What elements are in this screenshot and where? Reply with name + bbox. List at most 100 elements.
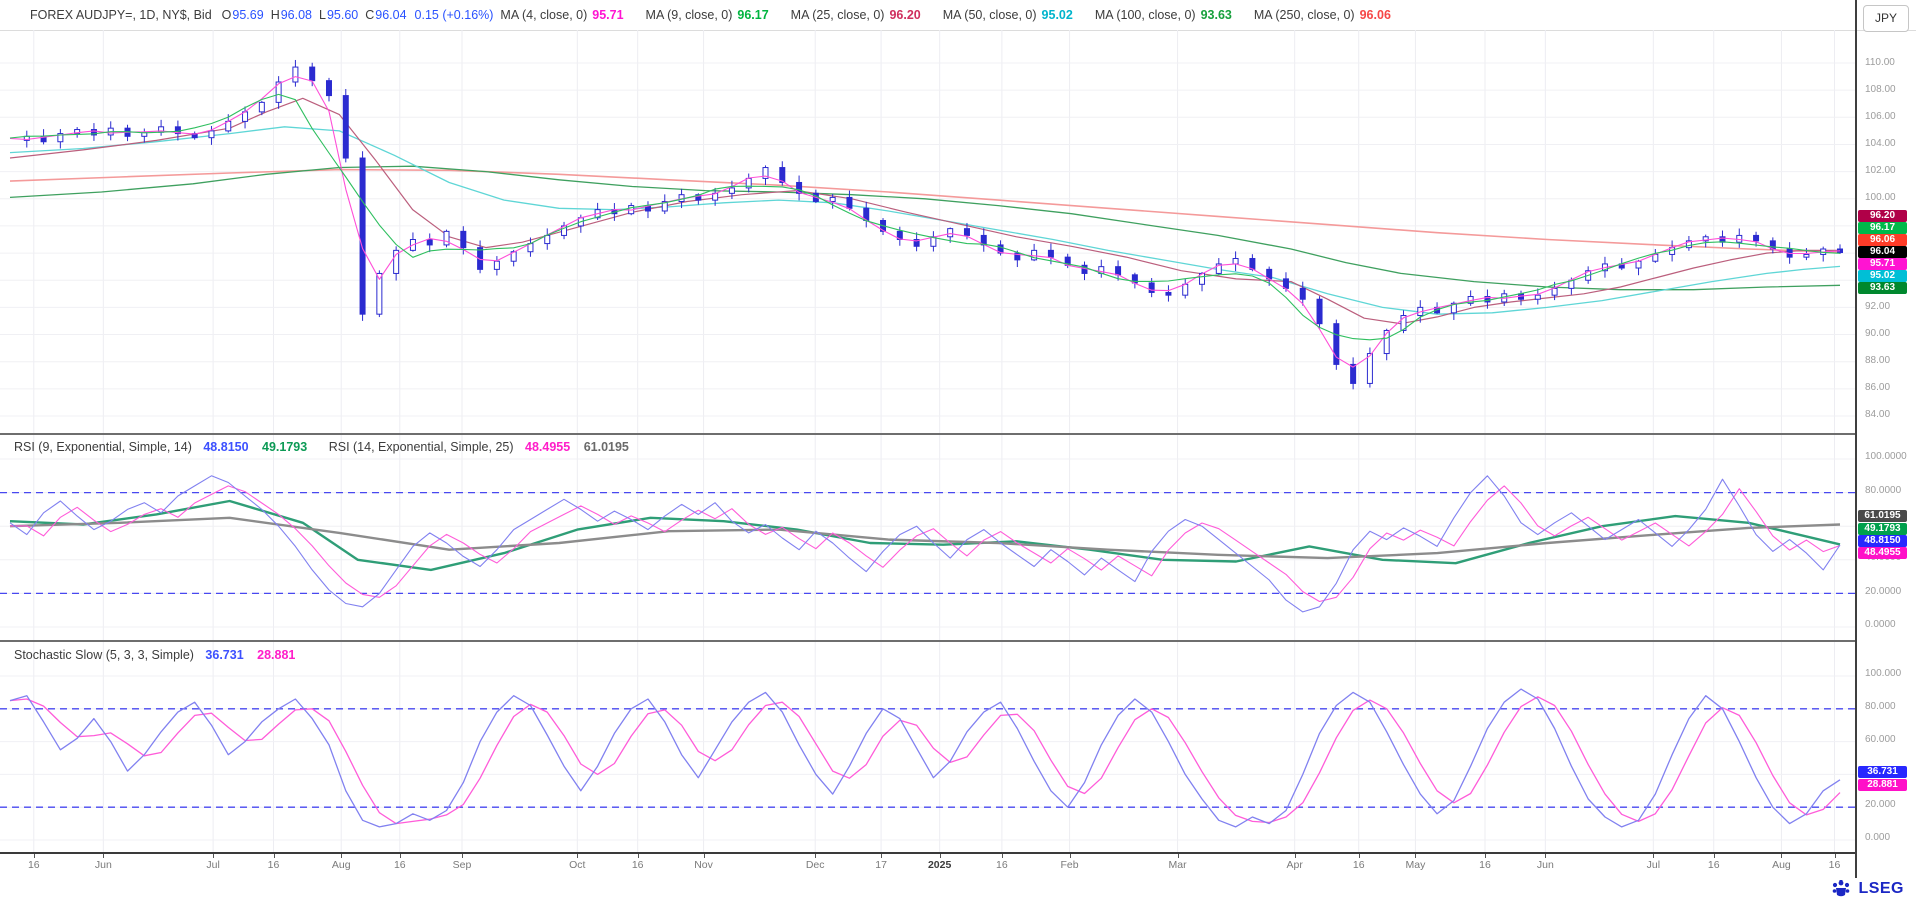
price-badge: 49.1793 (1858, 523, 1907, 535)
main-chart-canvas[interactable] (0, 30, 1855, 433)
time-axis-label: 16 (268, 859, 280, 871)
time-axis-tick (34, 854, 35, 858)
stoch-legend[interactable]: Stochastic Slow (5, 3, 3, Simple) 36.731… (14, 648, 305, 662)
ohlc-values: O95.69H96.08L95.60C96.04 (222, 8, 414, 22)
time-axis-label: Jun (95, 859, 112, 871)
time-axis-label: Nov (694, 859, 713, 871)
time-axis-tick (881, 854, 882, 858)
instrument-title[interactable]: FOREX AUDJPY=, 1D, NY$, Bid (30, 8, 212, 22)
time-axis-tick (462, 854, 463, 858)
stoch-label[interactable]: Stochastic Slow (5, 3, 3, Simple) (14, 648, 194, 662)
y-axis-tick: 102.00 (1865, 165, 1896, 176)
price-badge: 95.71 (1858, 258, 1907, 270)
time-axis-label: Jun (1537, 859, 1554, 871)
time-axis-label: Jul (206, 859, 219, 871)
time-axis-label: 2025 (928, 859, 951, 871)
ma-legend-row: MA (4, close, 0)95.71MA (9, close, 0)96.… (500, 8, 1412, 22)
y-axis-tick: 0.000 (1865, 832, 1890, 843)
y-axis-tick: 106.00 (1865, 111, 1896, 122)
time-axis-label: 16 (1353, 859, 1365, 871)
price-badge: 96.04 (1858, 246, 1907, 258)
price-axis[interactable]: 110.00108.00106.00104.00102.00100.0092.0… (1857, 0, 1916, 878)
time-axis-tick (213, 854, 214, 858)
chart-legend-bar: FOREX AUDJPY=, 1D, NY$, Bid O95.69H96.08L… (0, 0, 1855, 30)
y-axis-tick: 92.00 (1865, 301, 1890, 312)
ohlc-h: H96.08 (271, 0, 312, 30)
ma-legend-item[interactable]: MA (250, close, 0)96.06 (1254, 0, 1391, 30)
y-axis-tick: 86.00 (1865, 382, 1890, 393)
ma-legend-item[interactable]: MA (4, close, 0)95.71 (500, 0, 623, 30)
ohlc-o: O95.69 (222, 0, 264, 30)
y-axis-tick: 80.000 (1865, 701, 1896, 712)
y-axis-tick: 0.0000 (1865, 619, 1896, 630)
y-axis-tick: 60.000 (1865, 734, 1896, 745)
time-axis[interactable]: 16JunJul16Aug16SepOct16NovDec17202516Feb… (0, 854, 1855, 878)
y-axis-tick: 20.000 (1865, 799, 1896, 810)
price-badge: 36.731 (1858, 766, 1907, 778)
time-axis-label: May (1406, 859, 1426, 871)
time-axis-label: 16 (1829, 859, 1841, 871)
y-axis-tick: 110.00 (1865, 57, 1895, 68)
time-axis-label: Aug (332, 859, 351, 871)
time-axis-tick (103, 854, 104, 858)
time-axis-tick (274, 854, 275, 858)
price-badge: 96.20 (1858, 210, 1907, 222)
time-axis-label: Oct (569, 859, 585, 871)
stoch-canvas[interactable] (0, 642, 1855, 852)
time-axis-tick (1545, 854, 1546, 858)
time-axis-label: Jul (1647, 859, 1660, 871)
time-axis-label: 16 (1479, 859, 1491, 871)
time-axis-tick (577, 854, 578, 858)
time-axis-label: 16 (28, 859, 40, 871)
ma-legend-item[interactable]: MA (100, close, 0)93.63 (1095, 0, 1232, 30)
time-axis-tick (1415, 854, 1416, 858)
ohlc-c: C96.04 (365, 0, 406, 30)
price-badge: 48.4955 (1858, 547, 1907, 559)
rsi9-signal-value: 49.1793 (262, 440, 307, 454)
rsi-canvas[interactable] (0, 435, 1855, 640)
price-badge: 96.06 (1858, 234, 1907, 246)
ma-legend-item[interactable]: MA (25, close, 0)96.20 (791, 0, 921, 30)
time-axis-tick (1653, 854, 1654, 858)
y-axis-tick: 84.00 (1865, 409, 1890, 420)
price-badge: 93.63 (1858, 282, 1907, 294)
ma-legend-item[interactable]: MA (9, close, 0)96.17 (646, 0, 769, 30)
time-axis-tick (1002, 854, 1003, 858)
rsi-legend[interactable]: RSI (9, Exponential, Simple, 14) 48.8150… (14, 440, 639, 454)
price-badge: 96.17 (1858, 222, 1907, 234)
time-axis-label: Sep (453, 859, 472, 871)
time-axis-tick (400, 854, 401, 858)
y-axis-tick: 20.0000 (1865, 586, 1901, 597)
time-axis-tick (1781, 854, 1782, 858)
price-badge: 95.02 (1858, 270, 1907, 282)
time-axis-label: Apr (1286, 859, 1302, 871)
price-badge: 48.8150 (1858, 535, 1907, 547)
time-axis-tick (940, 854, 941, 858)
lseg-logo-icon (1830, 878, 1852, 900)
y-axis-tick: 100.000 (1865, 668, 1901, 679)
rsi9-label[interactable]: RSI (9, Exponential, Simple, 14) (14, 440, 192, 454)
footer: LSEG (1830, 876, 1904, 902)
time-axis-tick (1178, 854, 1179, 858)
time-axis-label: Mar (1168, 859, 1186, 871)
time-axis-label: Aug (1772, 859, 1791, 871)
time-axis-tick (638, 854, 639, 858)
time-axis-label: 16 (996, 859, 1008, 871)
time-axis-tick (341, 854, 342, 858)
time-axis-tick (1485, 854, 1486, 858)
y-axis-tick: 108.00 (1865, 84, 1896, 95)
time-axis-label: Dec (806, 859, 825, 871)
rsi14-signal-value: 61.0195 (584, 440, 629, 454)
time-axis-tick (704, 854, 705, 858)
time-axis-tick (815, 854, 816, 858)
rsi14-value: 48.4955 (525, 440, 570, 454)
time-axis-label: Feb (1061, 859, 1079, 871)
time-axis-label: 16 (1708, 859, 1720, 871)
price-badge: 28.881 (1858, 779, 1907, 791)
y-axis-tick: 88.00 (1865, 355, 1890, 366)
rsi14-label[interactable]: RSI (14, Exponential, Simple, 25) (329, 440, 514, 454)
ma-legend-item[interactable]: MA (50, close, 0)95.02 (943, 0, 1073, 30)
time-axis-label: 16 (394, 859, 406, 871)
y-axis-tick: 90.00 (1865, 328, 1890, 339)
y-axis-tick: 100.00 (1865, 192, 1896, 203)
